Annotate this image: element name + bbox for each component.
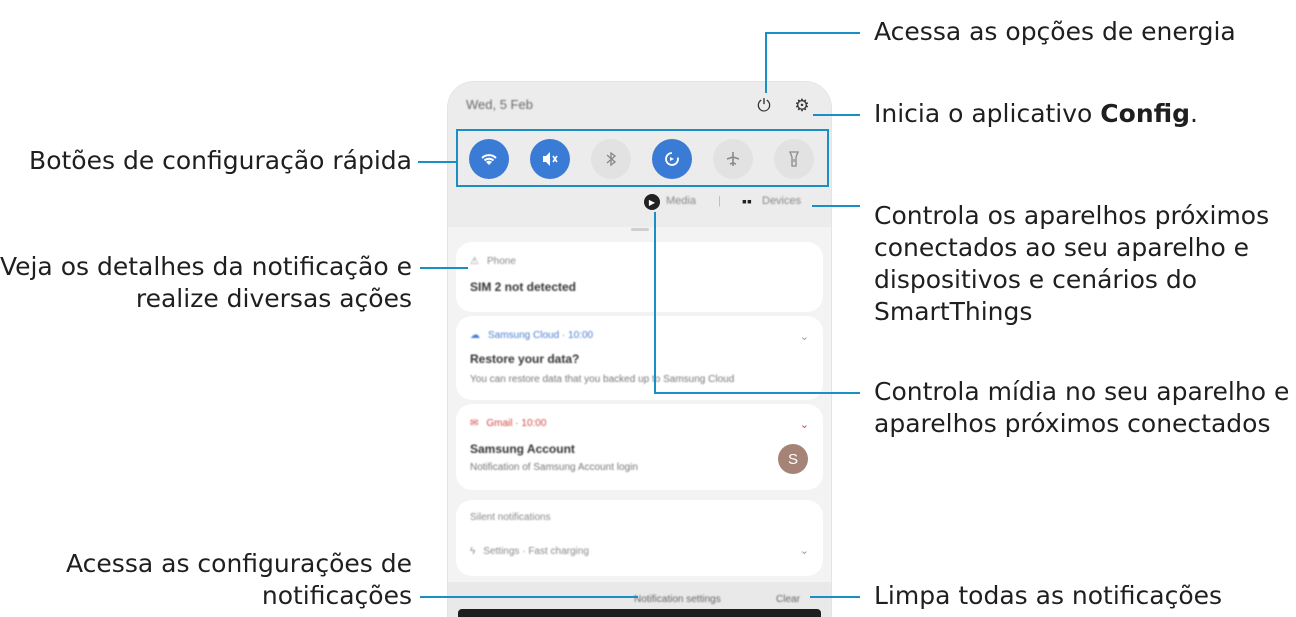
bluetooth-icon[interactable] [590, 139, 631, 179]
leader-line [420, 267, 468, 269]
mail-icon: ✉ [470, 418, 479, 429]
leader-line [456, 129, 829, 131]
play-icon[interactable]: ▶ [644, 194, 660, 210]
flashlight-icon[interactable] [774, 139, 815, 179]
leader-line [813, 114, 860, 116]
wifi-icon[interactable] [468, 139, 509, 179]
annotation-quick-settings: Botões de configuração rápida [29, 146, 412, 175]
grid-icon[interactable]: ▪▪ [742, 193, 752, 209]
silent-item: Settings · Fast charging [483, 546, 589, 557]
date-label: Wed, 5 Feb [466, 97, 533, 112]
notification-panel: Wed, 5 Feb ⏻ ⚙ ▶ Media | ▪▪ Devices ⚠ Ph… [448, 82, 831, 617]
annotation-notification-1: Veja os detalhes da notificação e [0, 252, 412, 281]
annotation-config-text: Inicia o aplicativo [874, 99, 1101, 128]
leader-line [810, 596, 860, 598]
annotation-smartthings-1: Controla os aparelhos próximos [874, 201, 1270, 230]
notification-app: Phone [486, 256, 516, 267]
chevron-down-icon[interactable]: ⌄ [800, 330, 809, 343]
annotation-smartthings-2: conectados ao seu aparelho e [874, 233, 1250, 262]
silent-notifications-card[interactable]: Silent notifications ϟ Settings · Fast ch… [456, 500, 823, 576]
leader-line [765, 33, 767, 93]
power-icon[interactable]: ⏻ [754, 96, 774, 116]
leader-line [827, 129, 829, 187]
avatar: S [778, 444, 808, 474]
leader-line [654, 392, 860, 394]
mute-icon[interactable] [529, 139, 570, 179]
annotation-config: Inicia o aplicativo Config. [874, 98, 1198, 130]
chevron-down-icon[interactable]: ⌄ [800, 418, 809, 431]
leader-line [418, 161, 456, 163]
leader-line [654, 212, 656, 394]
media-devices-row: ▶ Media | ▪▪ Devices [448, 192, 831, 216]
leader-line [420, 596, 638, 598]
notification-app-row: ✉ Gmail · 10:00 [470, 418, 546, 429]
cloud-icon: ☁ [470, 330, 480, 341]
notification-title: Restore your data? [470, 352, 580, 366]
notification-card[interactable]: ☁ Samsung Cloud · 10:00 ⌄ Restore your da… [456, 316, 823, 400]
notification-body: You can restore data that you backed up … [470, 374, 735, 385]
devices-button[interactable]: Devices [762, 195, 801, 207]
warning-icon: ⚠ [470, 256, 479, 267]
annotation-config-suffix: . [1190, 99, 1198, 128]
gear-icon[interactable]: ⚙ [792, 96, 812, 116]
silent-header: Silent notifications [470, 512, 551, 523]
silent-item-row: ϟ Settings · Fast charging [470, 546, 589, 557]
media-button[interactable]: Media [666, 195, 696, 207]
notification-title: Samsung Account [470, 442, 575, 456]
clear-button[interactable]: Clear [776, 594, 800, 605]
annotation-notif-settings-1: Acessa as configurações de [66, 549, 412, 578]
annotation-clear: Limpa todas as notificações [874, 581, 1223, 610]
quick-panel-header: Wed, 5 Feb ⏻ ⚙ ▶ Media | ▪▪ Devices [448, 82, 831, 227]
bolt-icon: ϟ [470, 546, 476, 557]
rotate-icon[interactable] [652, 139, 693, 179]
notification-body: Notification of Samsung Account login [470, 462, 638, 473]
annotation-smartthings-3: dispositivos e cenários do [874, 265, 1198, 294]
notification-app-row: ☁ Samsung Cloud · 10:00 [470, 330, 593, 341]
notification-title: SIM 2 not detected [470, 280, 577, 294]
leader-line [765, 32, 860, 34]
notification-app-row: ⚠ Phone [470, 256, 516, 267]
notification-app: Gmail · 10:00 [486, 418, 547, 429]
notification-app: Samsung Cloud · 10:00 [488, 330, 594, 341]
navigation-bar [458, 609, 821, 617]
annotation-config-bold: Config [1100, 99, 1191, 128]
notification-card[interactable]: ✉ Gmail · 10:00 ⌄ Samsung Account Notific… [456, 404, 823, 490]
annotation-notification-2: realize diversas ações [135, 284, 412, 313]
leader-line [812, 205, 860, 207]
airplane-icon[interactable] [713, 139, 754, 179]
annotation-media-2: aparelhos próximos conectados [874, 409, 1271, 438]
chevron-down-icon[interactable]: ⌄ [800, 544, 809, 557]
leader-line [456, 129, 458, 187]
annotation-media-1: Controla mídia no seu aparelho e [874, 377, 1290, 406]
quick-settings-row [458, 130, 825, 188]
annotation-notif-settings-2: notificações [261, 581, 412, 610]
notification-settings-button[interactable]: Notification settings [634, 594, 721, 605]
notification-card[interactable]: ⚠ Phone SIM 2 not detected [456, 242, 823, 312]
drag-handle[interactable] [631, 228, 649, 231]
annotation-smartthings-4: SmartThings [874, 297, 1033, 326]
leader-line [456, 185, 829, 187]
divider: | [718, 195, 721, 207]
annotation-power: Acessa as opções de energia [874, 17, 1236, 46]
